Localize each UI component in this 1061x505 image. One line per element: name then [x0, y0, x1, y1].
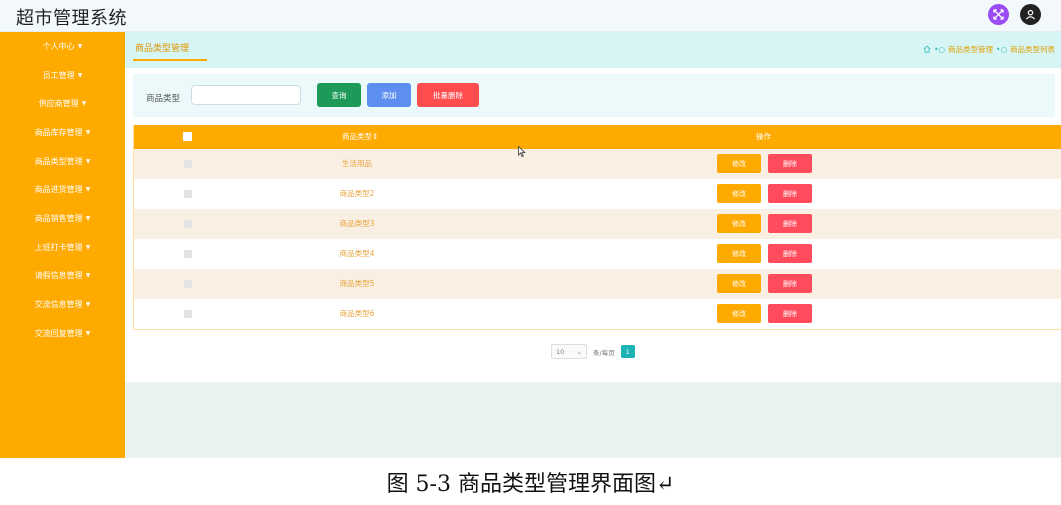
- select-all-checkbox[interactable]: [183, 132, 192, 141]
- row-checkbox[interactable]: [184, 250, 192, 258]
- user-icon[interactable]: [1020, 4, 1041, 25]
- cell-product-type: 商品类型2: [339, 189, 375, 198]
- breadcrumb: •○ 商品类型管理 •○ 商品类型列表: [923, 44, 1055, 55]
- edit-button[interactable]: 修改: [717, 304, 761, 323]
- chevron-down-icon: ▼: [85, 301, 91, 309]
- cell-product-type: 商品类型6: [339, 309, 375, 318]
- tab-product-types[interactable]: 商品类型管理: [135, 41, 189, 54]
- page-size-select[interactable]: 10 ⌄: [551, 344, 587, 359]
- table-row: 商品类型6 修改 删除: [134, 299, 1061, 329]
- cell-product-type: 商品类型5: [339, 279, 375, 288]
- page-button-current[interactable]: 1: [620, 345, 635, 358]
- delete-button[interactable]: 删除: [768, 274, 812, 293]
- delete-button[interactable]: 删除: [768, 304, 812, 323]
- chevron-down-icon: ▼: [85, 128, 91, 136]
- sidebar-item-employees[interactable]: 员工管理 ▼: [0, 61, 125, 90]
- cell-product-type: 商品类型3: [339, 219, 375, 228]
- batch-delete-button[interactable]: 批量删除: [417, 83, 479, 107]
- content-footer: [125, 382, 1061, 458]
- chevron-down-icon: ⌄: [576, 347, 582, 356]
- chevron-down-icon: ▼: [85, 329, 91, 337]
- product-type-search-input[interactable]: [191, 85, 301, 105]
- edit-button[interactable]: 修改: [717, 274, 761, 293]
- app-title: 超市管理系统: [16, 8, 127, 29]
- breadcrumb-item[interactable]: 商品类型管理: [948, 44, 993, 55]
- sidebar-item-purchasing[interactable]: 商品进货管理 ▼: [0, 175, 125, 204]
- table-header: 商品类型⇕ 操作: [134, 125, 1061, 149]
- chevron-down-icon: ▼: [77, 71, 83, 79]
- mouse-cursor-icon: [518, 145, 526, 160]
- sidebar-item-personal-center[interactable]: 个人中心 ▼: [0, 32, 125, 61]
- chevron-down-icon: ▼: [85, 243, 91, 251]
- fullscreen-icon[interactable]: [988, 4, 1009, 25]
- delete-button[interactable]: 删除: [768, 244, 812, 263]
- figure-caption: 图 5-3 商品类型管理界面图↵: [386, 472, 675, 497]
- row-checkbox[interactable]: [184, 220, 192, 228]
- sidebar-item-sales[interactable]: 商品销售管理 ▼: [0, 204, 125, 233]
- edit-button[interactable]: 修改: [717, 214, 761, 233]
- search-label: 商品类型: [146, 94, 181, 104]
- active-tab-indicator: [133, 59, 207, 61]
- pagination: 10 ⌄ 条/每页 1: [551, 344, 635, 359]
- column-header-name[interactable]: 商品类型⇕: [342, 125, 378, 149]
- main-content: 商品类型管理 •○ 商品类型管理 •○ 商品类型列表 商品类型 查询 添加 批量…: [125, 32, 1061, 458]
- page-size-label: 条/每页: [593, 348, 615, 357]
- table-row: 商品类型5 修改 删除: [134, 269, 1061, 299]
- row-checkbox[interactable]: [184, 310, 192, 318]
- table-row: 商品类型4 修改 删除: [134, 239, 1061, 269]
- chevron-down-icon: ▼: [85, 272, 91, 280]
- product-type-table: 商品类型⇕ 操作 生活用品 修改 删除 商品类型2 修改 删除 商品类型3 修改…: [133, 125, 1061, 330]
- edit-button[interactable]: 修改: [717, 184, 761, 203]
- sidebar-item-suppliers[interactable]: 供应商管理 ▼: [0, 89, 125, 118]
- chevron-down-icon: ▼: [85, 214, 91, 222]
- home-icon[interactable]: [923, 45, 931, 55]
- cell-product-type: 生活用品: [342, 159, 372, 168]
- query-button[interactable]: 查询: [317, 83, 361, 107]
- sidebar-item-product-types[interactable]: 商品类型管理 ▼: [0, 147, 125, 176]
- sidebar-item-leave[interactable]: 请假信息管理 ▼: [0, 262, 125, 291]
- row-checkbox[interactable]: [184, 160, 192, 168]
- add-button[interactable]: 添加: [367, 83, 411, 107]
- cell-product-type: 商品类型4: [339, 249, 375, 258]
- delete-button[interactable]: 删除: [768, 184, 812, 203]
- chevron-down-icon: ▼: [81, 100, 87, 108]
- breadcrumb-item: 商品类型列表: [1010, 45, 1055, 54]
- column-header-actions: 操作: [756, 132, 771, 141]
- sidebar-item-messages[interactable]: 交流信息管理 ▼: [0, 290, 125, 319]
- table-row: 商品类型3 修改 删除: [134, 209, 1061, 239]
- tab-bar: 商品类型管理 •○ 商品类型管理 •○ 商品类型列表: [125, 32, 1061, 68]
- chevron-down-icon: ▼: [85, 157, 91, 165]
- delete-button[interactable]: 删除: [768, 154, 812, 173]
- table-row: 生活用品 修改 删除: [134, 149, 1061, 179]
- row-checkbox[interactable]: [184, 190, 192, 198]
- breadcrumb-separator: •○: [996, 45, 1007, 54]
- delete-button[interactable]: 删除: [768, 214, 812, 233]
- table-row: 商品类型2 修改 删除: [134, 179, 1061, 209]
- sidebar-item-replies[interactable]: 交流回复管理 ▼: [0, 319, 125, 348]
- row-checkbox[interactable]: [184, 280, 192, 288]
- chevron-down-icon: ▼: [77, 42, 83, 50]
- sidebar-item-attendance[interactable]: 上班打卡管理 ▼: [0, 233, 125, 262]
- breadcrumb-separator: •○: [934, 45, 946, 54]
- search-panel: 商品类型 查询 添加 批量删除: [133, 74, 1055, 117]
- sidebar: 个人中心 ▼ 员工管理 ▼ 供应商管理 ▼ 商品库存管理 ▼ 商品类型管理 ▼ 商品进货管…: [0, 32, 125, 458]
- sort-icon: ⇕: [372, 132, 379, 141]
- top-bar: 超市管理系统: [0, 0, 1061, 32]
- edit-button[interactable]: 修改: [717, 154, 761, 173]
- edit-button[interactable]: 修改: [717, 244, 761, 263]
- chevron-down-icon: ▼: [85, 186, 91, 194]
- sidebar-item-inventory[interactable]: 商品库存管理 ▼: [0, 118, 125, 147]
